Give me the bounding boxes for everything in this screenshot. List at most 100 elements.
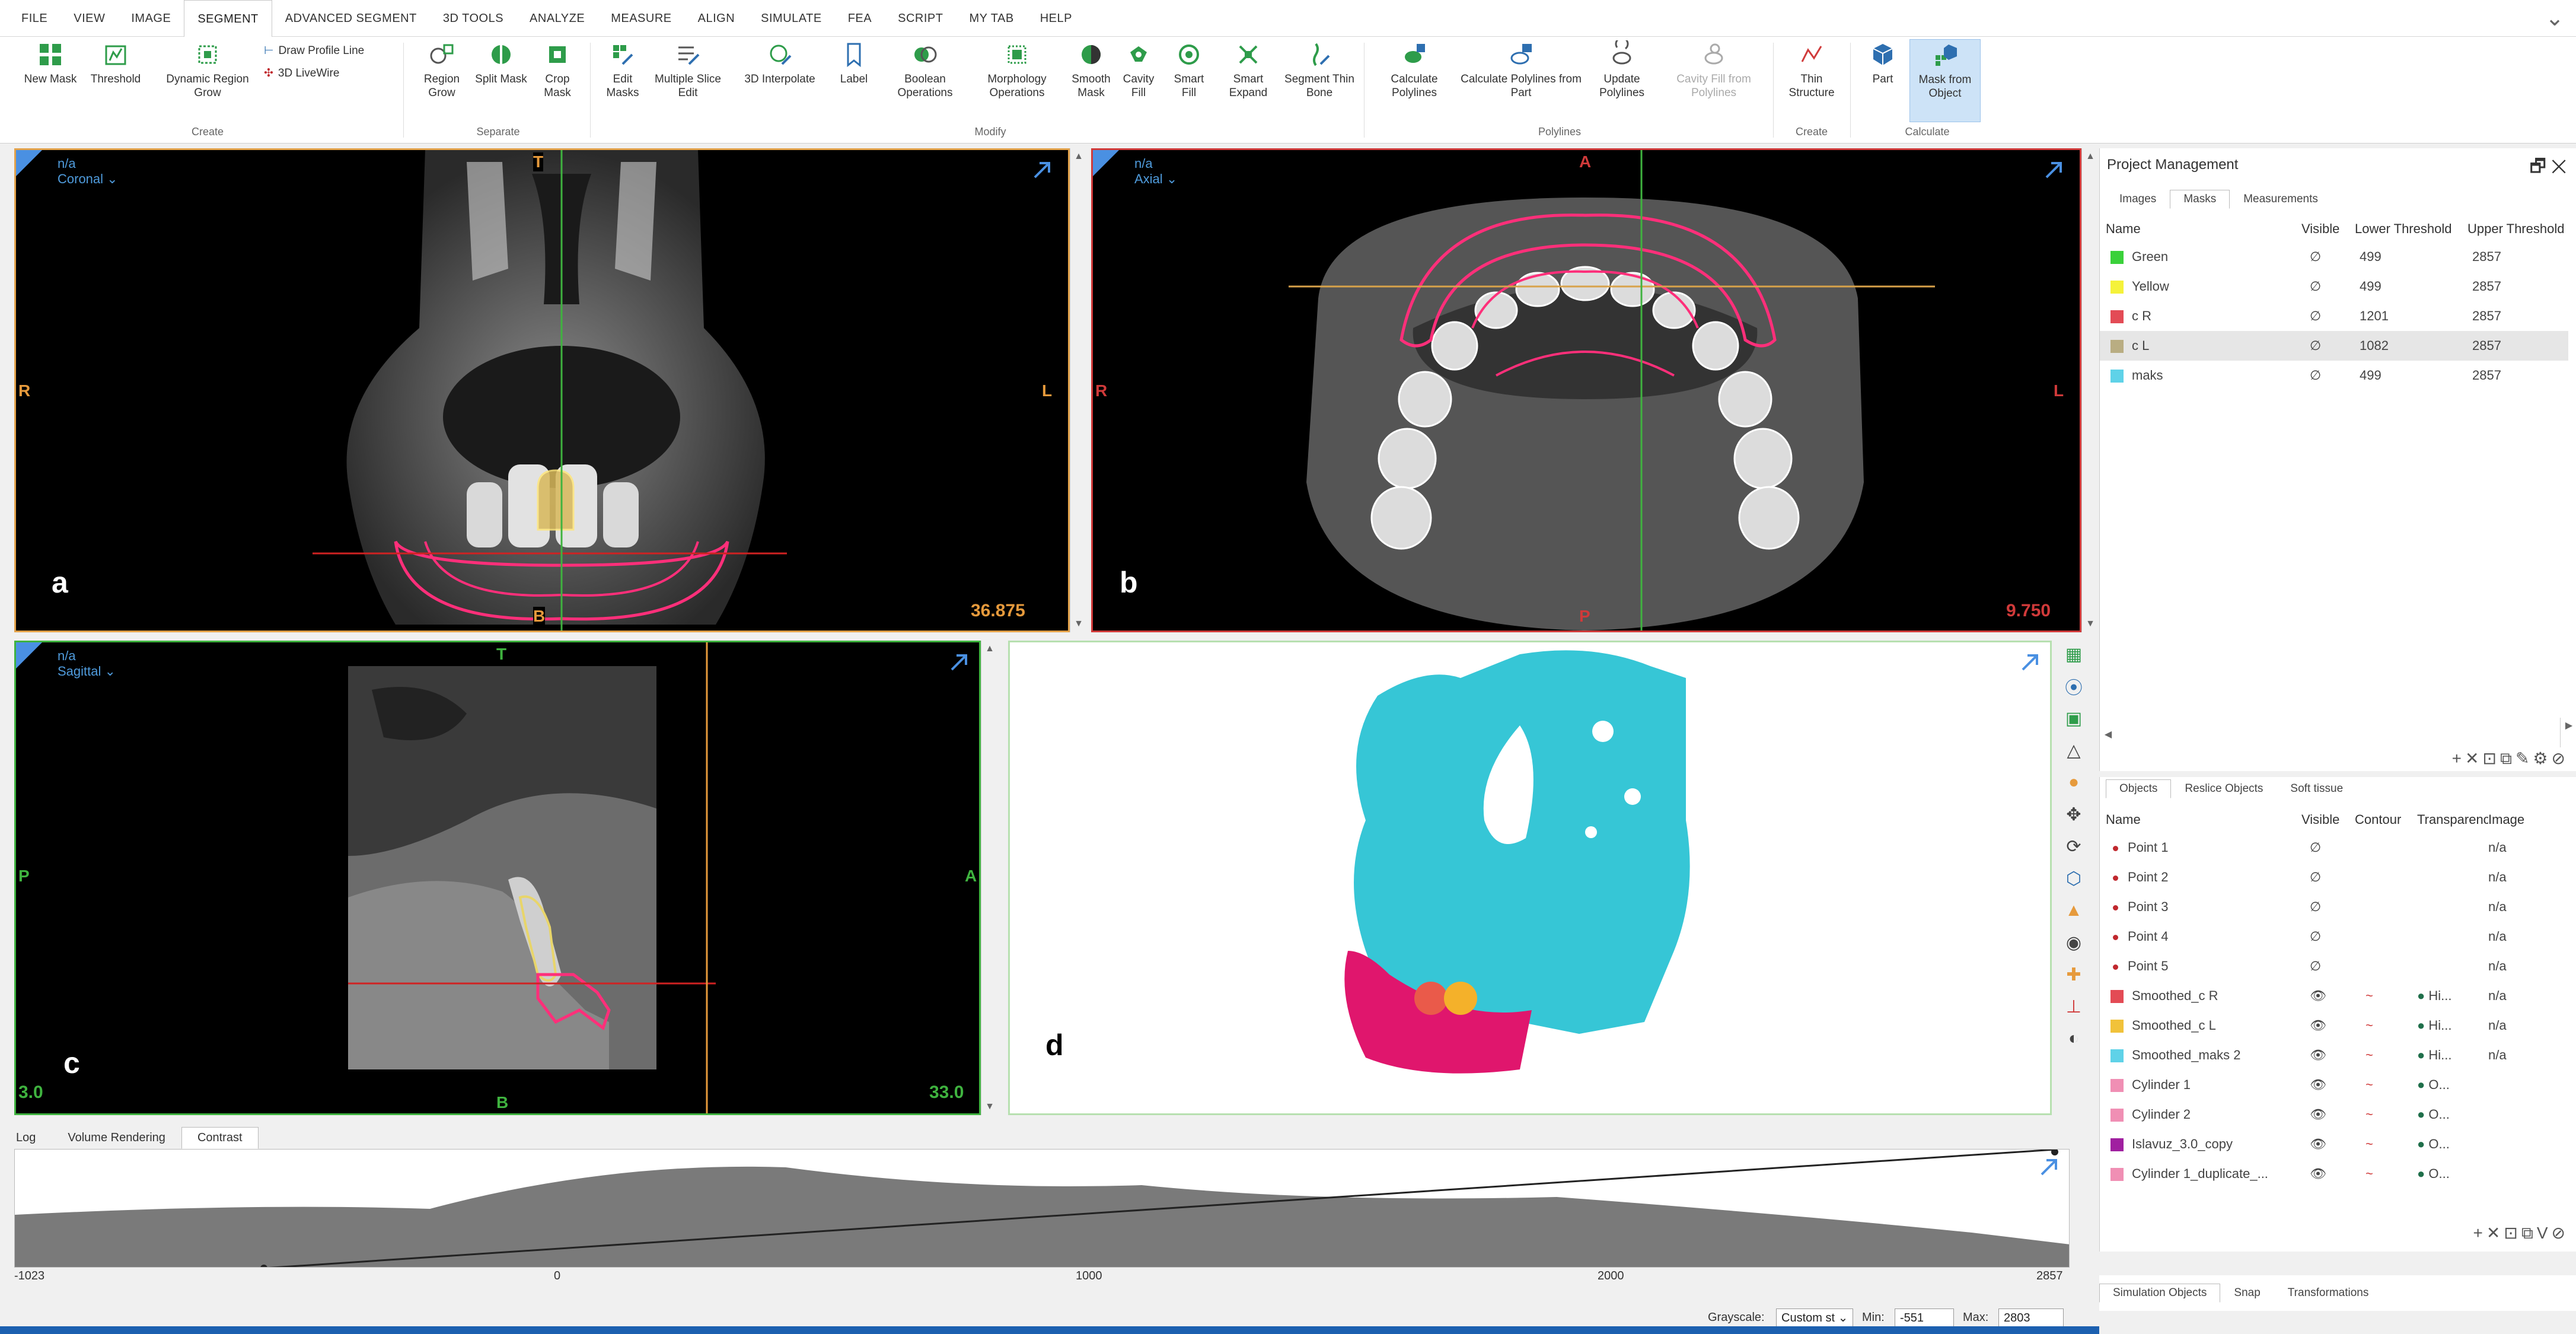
triangle-mesh-icon[interactable]: △: [2060, 737, 2087, 764]
visibility-toggle-icon[interactable]: 👁: [2301, 988, 2355, 1004]
scroll-right-icon[interactable]: ▶: [2561, 718, 2576, 734]
mask-color-swatch[interactable]: [2110, 281, 2124, 294]
update-polylines-button[interactable]: Update Polylines: [1589, 39, 1654, 100]
crosshair-icon[interactable]: ✚: [2060, 961, 2087, 988]
col-image[interactable]: Image: [2488, 812, 2548, 827]
properties-icon[interactable]: ⊡: [2504, 1224, 2521, 1242]
expand-icon[interactable]: [2042, 158, 2065, 182]
mask-row[interactable]: Green ∅ 499 2857: [2100, 242, 2568, 272]
max-input[interactable]: 2803: [1998, 1308, 2064, 1327]
thin-structure-button[interactable]: Thin Structure: [1779, 39, 1844, 100]
visibility-toggle-icon[interactable]: ∅: [2301, 959, 2355, 974]
object-row[interactable]: Point 1 ∅ n/a: [2100, 833, 2568, 862]
close-icon[interactable]: ✕: [2551, 157, 2567, 176]
col-visible[interactable]: Visible: [2301, 812, 2355, 827]
sagittal-view-label[interactable]: n/a Sagittal ⌄: [58, 648, 116, 679]
smart-expand-button[interactable]: Smart Expand: [1219, 39, 1278, 100]
smooth-mask-button[interactable]: Smooth Mask: [1064, 39, 1118, 100]
menu-3d-tools[interactable]: 3D TOOLS: [430, 0, 517, 37]
scroll-left-icon[interactable]: ◀: [2100, 727, 2116, 743]
contour-toggle-icon[interactable]: ~: [2355, 1077, 2417, 1093]
object-row[interactable]: Point 4 ∅ n/a: [2100, 922, 2568, 951]
object-row[interactable]: Cylinder 2 👁 ~ ● O...: [2100, 1100, 2568, 1129]
crop-mask-button[interactable]: Crop Mask: [531, 39, 584, 100]
tab-transformations[interactable]: Transformations: [2274, 1284, 2383, 1303]
delete-icon[interactable]: ✕: [2486, 1224, 2504, 1242]
contour-toggle-icon[interactable]: ~: [2355, 1018, 2417, 1033]
tab-simulation-objects[interactable]: Simulation Objects: [2099, 1284, 2221, 1303]
collapse-ribbon-chevron-icon[interactable]: ⌄: [2545, 5, 2564, 31]
tab-volume-rendering[interactable]: Volume Rendering: [52, 1127, 181, 1149]
calculate-polylines-button[interactable]: Calculate Polylines: [1376, 39, 1453, 100]
menu-my-tab[interactable]: MY TAB: [956, 0, 1026, 37]
axial-viewport[interactable]: n/a Axial ⌄ A P R L b 9.750: [1091, 148, 2081, 632]
visibility-toggle-icon[interactable]: 👁: [2301, 1077, 2355, 1093]
edit-icon[interactable]: ✎: [2516, 749, 2533, 768]
morphology-operations-button[interactable]: Morphology Operations: [973, 39, 1061, 100]
transparency-cell[interactable]: ● O...: [2417, 1077, 2488, 1093]
mask-color-swatch[interactable]: [2110, 370, 2124, 383]
menu-segment[interactable]: SEGMENT: [184, 0, 272, 37]
add-icon[interactable]: +: [2452, 749, 2465, 768]
object-row[interactable]: Smoothed_c R 👁 ~ ● Hi... n/a: [2100, 981, 2568, 1011]
calculate-polylines-from-part-button[interactable]: Calculate Polylines from Part: [1456, 39, 1586, 100]
livewire-button[interactable]: ✣ 3D LiveWire: [264, 66, 339, 80]
tab-objects[interactable]: Objects: [2106, 779, 2172, 798]
object-color-swatch[interactable]: [2110, 1138, 2124, 1152]
object-row[interactable]: Point 5 ∅ n/a: [2100, 951, 2568, 981]
3d-interpolate-button[interactable]: 3D Interpolate: [729, 39, 830, 86]
col-lower-threshold[interactable]: Lower Threshold: [2355, 221, 2467, 237]
tab-soft-tissue[interactable]: Soft tissue: [2277, 779, 2357, 798]
contour-toggle-icon[interactable]: ~: [2355, 1107, 2417, 1122]
orange-sphere-icon[interactable]: ●: [2060, 769, 2087, 796]
magnifier-icon[interactable]: ⦿: [2060, 673, 2087, 700]
mask-row[interactable]: Yellow ∅ 499 2857: [2100, 272, 2568, 301]
menu-align[interactable]: ALIGN: [685, 0, 748, 37]
object-row[interactable]: Smoothed_maks 2 👁 ~ ● Hi... n/a: [2100, 1040, 2568, 1070]
region-grow-button[interactable]: Region Grow: [412, 39, 471, 100]
col-transparency[interactable]: Transparency: [2417, 812, 2488, 827]
expand-icon[interactable]: [2037, 1155, 2061, 1179]
menu-view[interactable]: VIEW: [60, 0, 118, 37]
visibility-toggle-icon[interactable]: ∅: [2301, 308, 2355, 324]
object-row[interactable]: Point 2 ∅ n/a: [2100, 862, 2568, 892]
duplicate-icon[interactable]: ⧉: [2500, 749, 2516, 768]
masks-table-hscroll-left[interactable]: ◀: [2100, 727, 2116, 748]
menu-fea[interactable]: FEA: [835, 0, 885, 37]
visibility-toggle-icon[interactable]: ∅: [2301, 368, 2355, 383]
object-row[interactable]: Islavuz_3.0_copy 👁 ~ ● O...: [2100, 1129, 2568, 1159]
part-button[interactable]: Part: [1859, 39, 1907, 86]
new-mask-button[interactable]: New Mask: [18, 39, 83, 86]
smart-fill-button[interactable]: Smart Fill: [1165, 39, 1213, 100]
duplicate-icon[interactable]: ⧉: [2521, 1224, 2537, 1242]
object-row[interactable]: Cylinder 1_duplicate_... 👁 ~ ● O...: [2100, 1159, 2568, 1189]
restore-icon[interactable]: 🗗: [2530, 157, 2546, 176]
contrast-histogram[interactable]: [14, 1149, 2070, 1268]
axial-scrollbar[interactable]: ▲ ▼: [2081, 148, 2098, 632]
object-color-swatch[interactable]: [2110, 1109, 2124, 1122]
visibility-toggle-icon[interactable]: ∅: [2301, 279, 2355, 294]
transparency-cell[interactable]: ● O...: [2417, 1166, 2488, 1182]
edit-masks-button[interactable]: Edit Masks: [596, 39, 649, 100]
object-color-swatch[interactable]: [2110, 1020, 2124, 1033]
segment-thin-bone-button[interactable]: Segment Thin Bone: [1284, 39, 1355, 100]
mask-row[interactable]: c L ∅ 1082 2857: [2100, 331, 2568, 361]
more-icon[interactable]: ⊘: [2552, 749, 2569, 768]
surface-icon[interactable]: ▣: [2060, 705, 2087, 732]
object-color-swatch[interactable]: [2110, 1049, 2124, 1063]
transparency-cell[interactable]: ● O...: [2417, 1136, 2488, 1152]
object-color-swatch[interactable]: [2110, 1168, 2124, 1182]
visibility-toggle-icon[interactable]: ∅: [2301, 929, 2355, 944]
col-name[interactable]: Name: [2100, 812, 2301, 827]
object-row[interactable]: Point 3 ∅ n/a: [2100, 892, 2568, 922]
mask-from-object-button[interactable]: Mask from Object: [1909, 39, 1981, 122]
mask-color-swatch[interactable]: [2110, 310, 2124, 324]
visibility-toggle-icon[interactable]: 👁: [2301, 1048, 2355, 1063]
menu-measure[interactable]: MEASURE: [598, 0, 684, 37]
draw-profile-line-button[interactable]: ⊢ Draw Profile Line: [264, 44, 364, 58]
tab-contrast[interactable]: Contrast: [181, 1127, 259, 1149]
add-icon[interactable]: +: [2473, 1224, 2486, 1242]
menu-image[interactable]: IMAGE: [118, 0, 184, 37]
threshold-button[interactable]: Threshold: [83, 39, 148, 86]
grayscale-select[interactable]: Custom st ⌄: [1776, 1308, 1853, 1327]
